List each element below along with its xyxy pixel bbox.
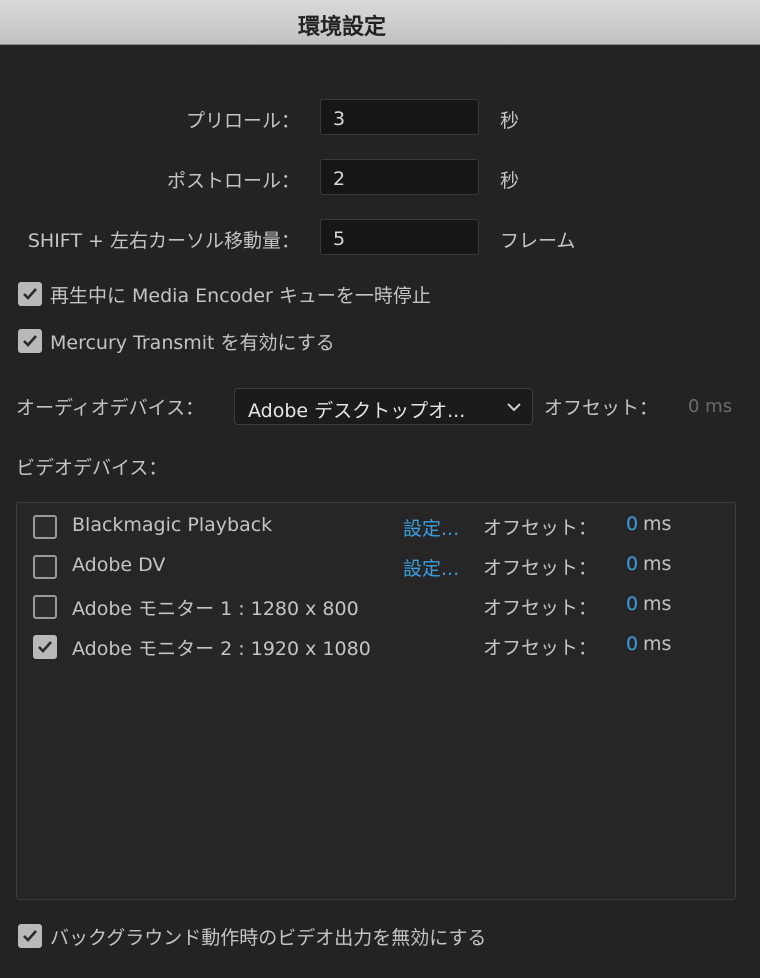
shift-label: SHIFT + 左右カーソル移動量： [27,230,300,252]
shift-input[interactable]: 5 [320,219,479,255]
video-device-label: ビデオデバイス： [16,457,168,479]
device-offset-label: オフセット： [483,597,598,619]
device-offset-unit: ms [643,553,672,575]
postroll-label: ポストロール： [166,170,300,192]
device-checkbox[interactable] [33,595,57,619]
postroll-unit: 秒 [500,170,520,192]
device-checkbox[interactable] [33,635,57,659]
device-offset-label: オフセット： [483,637,598,659]
list-item: Adobe モニター 1 : 1280 x 800 オフセット： 0 ms [17,587,735,627]
device-offset-unit: ms [643,633,672,655]
chevron-down-icon [507,403,521,412]
window-title: 環境設定 [297,15,386,40]
checkmark-icon [38,641,52,653]
device-checkbox[interactable] [33,515,57,539]
postroll-input[interactable]: 2 [320,159,479,195]
device-offset-label: オフセット： [483,517,598,539]
device-offset-value[interactable]: 0 [626,593,638,615]
device-name: Adobe モニター 1 : 1280 x 800 [72,598,359,620]
title-bar: 環境設定 [0,0,760,45]
device-name: Adobe モニター 2 : 1920 x 1080 [72,638,371,660]
device-settings-link[interactable]: 設定... [403,554,459,581]
preroll-unit: 秒 [500,110,520,132]
audio-device-selected: Adobe デスクトップオ... [248,400,466,422]
disable-background-output-label: バックグラウンド動作時のビデオ出力を無効にする [50,927,487,949]
audio-device-dropdown[interactable]: Adobe デスクトップオ... [234,388,533,425]
device-offset-label: オフセット： [483,557,598,579]
device-offset-value[interactable]: 0 [626,513,638,535]
checkmark-icon [23,335,37,347]
device-name: Adobe DV [72,554,166,576]
device-name: Blackmagic Playback [72,514,273,536]
audio-offset-value: 0 ms [688,396,733,417]
list-item: Blackmagic Playback 設定... オフセット： 0 ms [17,507,735,547]
audio-device-label: オーディオデバイス： [16,397,205,419]
audio-offset-label: オフセット： [544,397,659,419]
checkmark-icon [23,930,37,942]
list-item: Adobe DV 設定... オフセット： 0 ms [17,547,735,587]
list-item: Adobe モニター 2 : 1920 x 1080 オフセット： 0 ms [17,627,735,667]
video-device-list: Blackmagic Playback 設定... オフセット： 0 ms Ad… [16,502,736,900]
mercury-transmit-checkbox[interactable] [18,329,42,353]
device-offset-unit: ms [643,593,672,615]
device-checkbox[interactable] [33,555,57,579]
device-offset-value[interactable]: 0 [626,553,638,575]
device-offset-unit: ms [643,513,672,535]
pause-encoder-checkbox[interactable] [18,282,42,306]
disable-background-output-checkbox[interactable] [18,924,42,948]
shift-unit: フレーム [500,230,576,252]
device-offset-value[interactable]: 0 [626,633,638,655]
mercury-transmit-label: Mercury Transmit を有効にする [50,332,335,354]
pause-encoder-label: 再生中に Media Encoder キューを一時停止 [50,285,431,307]
preroll-input[interactable]: 3 [320,99,479,135]
device-settings-link[interactable]: 設定... [403,514,459,541]
checkmark-icon [23,288,37,300]
preroll-label: プリロール： [185,110,300,132]
